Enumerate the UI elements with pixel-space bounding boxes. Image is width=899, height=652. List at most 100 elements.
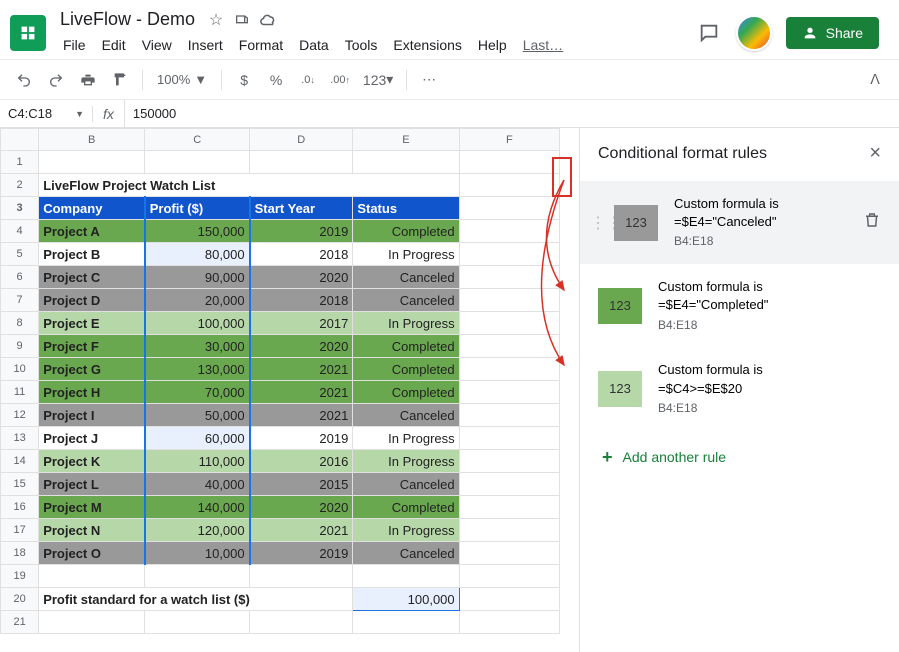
cell-profit[interactable]: 40,000 (145, 473, 250, 496)
cell-company[interactable]: Project G (39, 358, 145, 381)
format-rule-1[interactable]: 123Custom formula is=$E4="Completed"B4:E… (580, 264, 899, 347)
footer-label[interactable]: Profit standard for a watch list ($) (39, 588, 353, 611)
move-icon[interactable] (233, 11, 251, 29)
cell-year[interactable]: 2019 (250, 427, 353, 450)
cell-profit[interactable]: 10,000 (145, 542, 250, 565)
cell-status[interactable]: In Progress (353, 519, 459, 542)
cell-profit[interactable]: 110,000 (145, 450, 250, 473)
menu-insert[interactable]: Insert (181, 33, 230, 57)
menu-tools[interactable]: Tools (338, 33, 385, 57)
cell-year[interactable]: 2015 (250, 473, 353, 496)
cell-profit[interactable]: 140,000 (145, 496, 250, 519)
cell-profit[interactable]: 130,000 (145, 358, 250, 381)
cell-year[interactable]: 2020 (250, 266, 353, 289)
header-company[interactable]: Company (39, 197, 145, 220)
cell-profit[interactable]: 100,000 (145, 312, 250, 335)
last-edit[interactable]: Last… (516, 33, 570, 57)
cell-status[interactable]: Canceled (353, 266, 459, 289)
comment-icon[interactable] (696, 20, 722, 46)
format-rule-0[interactable]: ⋮⋮123Custom formula is=$E4="Canceled"B4:… (580, 181, 899, 264)
cell-status[interactable]: In Progress (353, 427, 459, 450)
cell-company[interactable]: Project F (39, 335, 145, 358)
cell-status[interactable]: In Progress (353, 312, 459, 335)
header-year[interactable]: Start Year (250, 197, 353, 220)
format-rule-2[interactable]: 123Custom formula is=$C4>=$E$20B4:E18 (580, 347, 899, 430)
column-header[interactable]: C (145, 129, 250, 151)
cell-year[interactable]: 2021 (250, 358, 353, 381)
cell-year[interactable]: 2021 (250, 519, 353, 542)
cell-company[interactable]: Project O (39, 542, 145, 565)
cell-year[interactable]: 2019 (250, 220, 353, 243)
cell-company[interactable]: Project A (39, 220, 145, 243)
menu-edit[interactable]: Edit (95, 33, 133, 57)
cell-profit[interactable]: 70,000 (145, 381, 250, 404)
footer-value[interactable]: 100,000 (353, 588, 459, 611)
add-rule-button[interactable]: + Add another rule (580, 431, 899, 484)
print-button[interactable] (74, 66, 102, 94)
header-status[interactable]: Status (353, 197, 459, 220)
menu-file[interactable]: File (56, 33, 93, 57)
cell-profit[interactable]: 30,000 (145, 335, 250, 358)
meet-avatar[interactable] (736, 15, 772, 51)
cell-company[interactable]: Project H (39, 381, 145, 404)
menu-data[interactable]: Data (292, 33, 336, 57)
cell-status[interactable]: In Progress (353, 450, 459, 473)
menu-extensions[interactable]: Extensions (386, 33, 468, 57)
cell-status[interactable]: Canceled (353, 404, 459, 427)
cell-year[interactable]: 2018 (250, 289, 353, 312)
cell-profit[interactable]: 150,000 (145, 220, 250, 243)
menu-view[interactable]: View (135, 33, 179, 57)
cell-year[interactable]: 2019 (250, 542, 353, 565)
increase-decimal-button[interactable]: .00↑ (326, 66, 354, 94)
name-box[interactable]: C4:C18▼ (0, 106, 92, 121)
cell-status[interactable]: Completed (353, 220, 459, 243)
menu-help[interactable]: Help (471, 33, 514, 57)
cell-company[interactable]: Project N (39, 519, 145, 542)
cell-profit[interactable]: 90,000 (145, 266, 250, 289)
document-title[interactable]: LiveFlow - Demo (56, 8, 199, 31)
cell-year[interactable]: 2020 (250, 496, 353, 519)
star-icon[interactable]: ☆ (207, 11, 225, 29)
cell-company[interactable]: Project M (39, 496, 145, 519)
column-header[interactable]: D (250, 129, 353, 151)
column-header[interactable]: B (39, 129, 145, 151)
cell-company[interactable]: Project K (39, 450, 145, 473)
formula-input[interactable]: 150000 (124, 100, 899, 127)
cell-status[interactable]: Completed (353, 496, 459, 519)
redo-button[interactable] (42, 66, 70, 94)
cell-company[interactable]: Project L (39, 473, 145, 496)
cell-year[interactable]: 2020 (250, 335, 353, 358)
cell-status[interactable]: Completed (353, 335, 459, 358)
delete-rule-icon[interactable] (863, 211, 881, 234)
menu-format[interactable]: Format (232, 33, 290, 57)
cell-company[interactable]: Project D (39, 289, 145, 312)
cell-status[interactable]: In Progress (353, 243, 459, 266)
collapse-toolbar-button[interactable]: ᐱ (861, 66, 889, 94)
cell-profit[interactable]: 50,000 (145, 404, 250, 427)
cell-profit[interactable]: 60,000 (145, 427, 250, 450)
cell-status[interactable]: Canceled (353, 542, 459, 565)
cell-profit[interactable]: 20,000 (145, 289, 250, 312)
cell-year[interactable]: 2021 (250, 381, 353, 404)
cell-status[interactable]: Completed (353, 358, 459, 381)
cloud-icon[interactable] (259, 11, 277, 29)
cell-company[interactable]: Project B (39, 243, 145, 266)
decrease-decimal-button[interactable]: .0↓ (294, 66, 322, 94)
undo-button[interactable] (10, 66, 38, 94)
cell-status[interactable]: Canceled (353, 473, 459, 496)
cell-status[interactable]: Canceled (353, 289, 459, 312)
cell-company[interactable]: Project I (39, 404, 145, 427)
share-button[interactable]: Share (786, 17, 879, 49)
zoom-select[interactable]: 100% ▼ (151, 72, 213, 87)
paint-format-button[interactable] (106, 66, 134, 94)
header-profit[interactable]: Profit ($) (145, 197, 250, 220)
drag-handle-icon[interactable]: ⋮⋮ (590, 213, 598, 233)
close-icon[interactable]: × (869, 142, 881, 165)
spreadsheet-grid[interactable]: BCDEF12LiveFlow Project Watch List3Compa… (0, 128, 579, 652)
sheet-title[interactable]: LiveFlow Project Watch List (39, 174, 459, 197)
cell-company[interactable]: Project J (39, 427, 145, 450)
cell-status[interactable]: Completed (353, 381, 459, 404)
cell-year[interactable]: 2021 (250, 404, 353, 427)
more-formats-button[interactable]: 123 ▾ (358, 66, 398, 94)
sheets-logo[interactable] (10, 15, 46, 51)
